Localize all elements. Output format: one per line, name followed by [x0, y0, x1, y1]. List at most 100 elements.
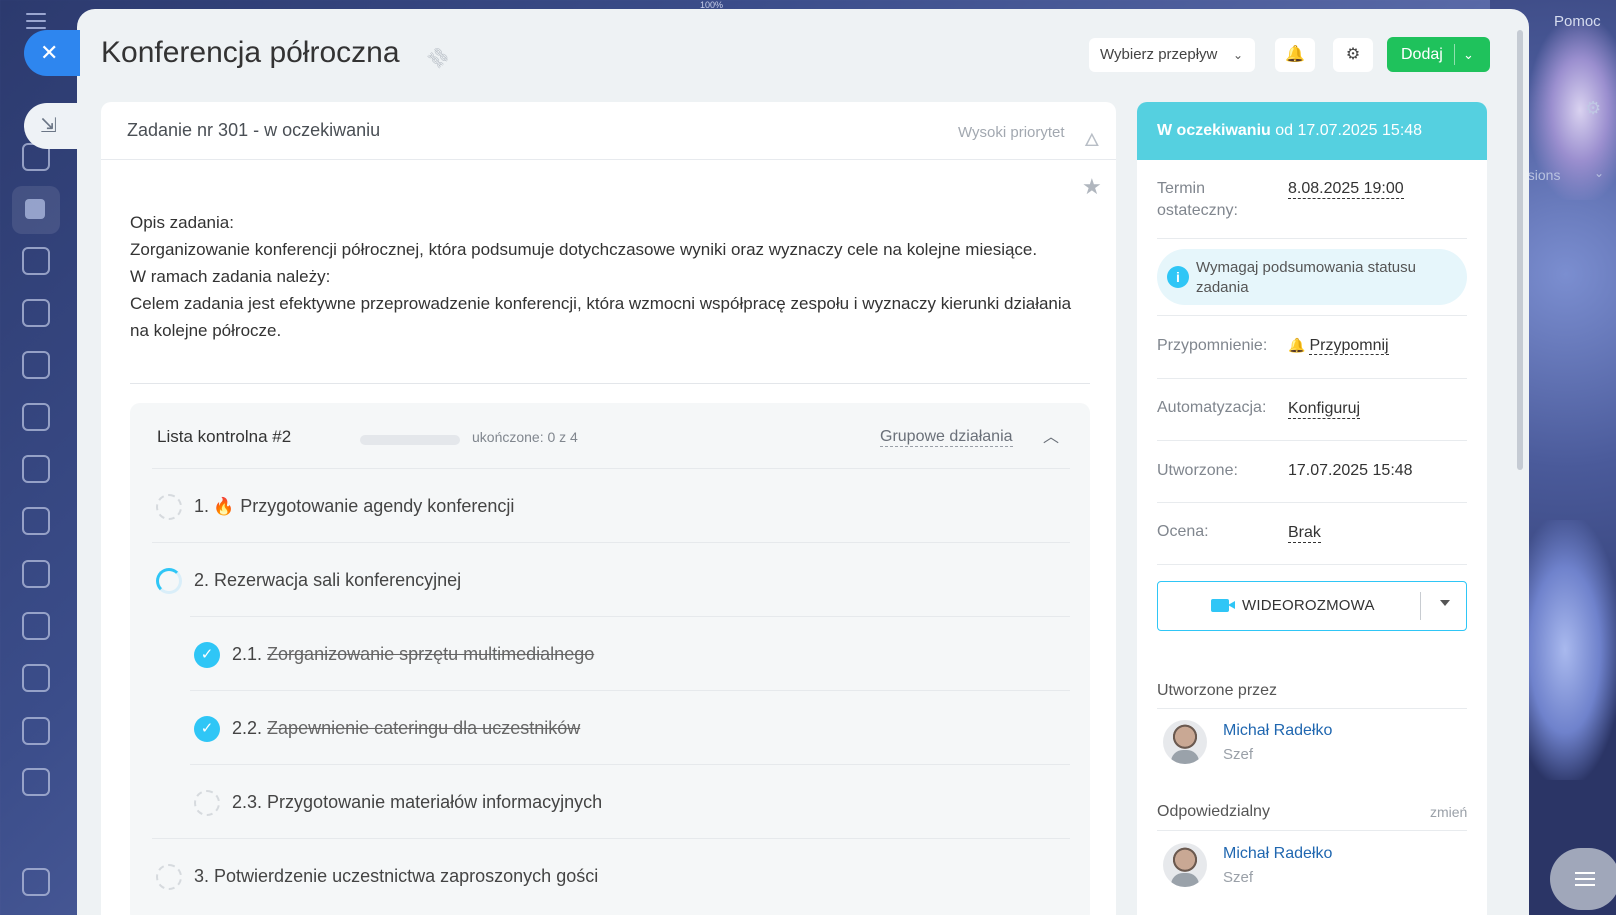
item-number: 2.2.	[232, 718, 263, 738]
flow-select[interactable]: Wybierz przepływ ⌄	[1089, 38, 1255, 72]
reminder-row: Przypomnienie: 🔔 Przypomnij	[1157, 317, 1467, 379]
menu-icon[interactable]	[26, 13, 46, 31]
checklist-item[interactable]: 3. Potwierdzenie uczestnictwa zaproszony…	[152, 838, 1070, 914]
divider	[130, 383, 1090, 384]
chevron-down-icon[interactable]: ⌄	[1594, 166, 1604, 180]
scrollbar[interactable]	[1517, 30, 1523, 470]
item-number: 2.	[194, 570, 210, 590]
flow-select-label: Wybierz przepływ	[1100, 46, 1218, 63]
responsible-name[interactable]: Michał Radełko	[1223, 845, 1332, 863]
progress-circle[interactable]	[156, 568, 182, 594]
cards-icon[interactable]	[22, 612, 50, 640]
reminder-link[interactable]: 🔔 Przypomnij	[1288, 337, 1389, 355]
info-icon: i	[1167, 266, 1189, 288]
crm-icon[interactable]	[22, 560, 50, 588]
checkbox-circle[interactable]	[156, 494, 182, 520]
info-text: Wymagaj podsumowania statusu zadania	[1196, 259, 1416, 296]
creator-role: Szef	[1223, 746, 1254, 763]
star-icon[interactable]: ★	[1082, 174, 1102, 200]
task-number-status: Zadanie nr 301 - w oczekiwaniu	[127, 120, 381, 140]
checklist-item[interactable]: 1. 🔥 Przygotowanie agendy konferencji	[152, 468, 1070, 544]
status-summary-info[interactable]: i Wymagaj podsumowania statusu zadania	[1157, 249, 1467, 305]
responsible-role: Szef	[1223, 869, 1254, 886]
description-line: Opis zadania:	[130, 213, 234, 232]
minimize-icon[interactable]: ⇲	[24, 103, 80, 149]
close-icon[interactable]: ✕	[24, 30, 80, 76]
reminder-value: Przypomnij	[1309, 337, 1389, 355]
documents-icon[interactable]	[22, 351, 50, 379]
caret-down-icon[interactable]	[1440, 600, 1450, 606]
avatar[interactable]	[1163, 843, 1207, 887]
status-bar: W oczekiwaniu od 17.07.2025 15:48	[1137, 102, 1487, 160]
rating-value[interactable]: Brak	[1288, 524, 1321, 543]
check-icon[interactable]: ✓	[194, 716, 220, 742]
rating-label: Ocena:	[1157, 523, 1209, 540]
divider	[1420, 592, 1421, 620]
deadline-row: Termin ostateczny: 8.08.2025 19:00	[1157, 160, 1467, 239]
video-call-button[interactable]: WIDEOROZMOWA	[1157, 581, 1467, 631]
help-link[interactable]: Pomoc	[1554, 13, 1601, 30]
calendar-icon[interactable]	[22, 299, 50, 327]
funnel-icon[interactable]	[22, 717, 50, 745]
contacts-icon[interactable]	[22, 507, 50, 535]
description-line: W ramach zadania należy:	[130, 267, 331, 286]
chat-icon-line	[1575, 872, 1595, 874]
chevron-down-icon[interactable]: ⌄	[1463, 37, 1474, 72]
flame-icon[interactable]: 🜂	[1084, 120, 1100, 157]
checklist-subitem[interactable]: ✓ 2.2. Zapewnienie cateringu dla uczestn…	[190, 690, 1070, 766]
description-line: Zorganizowanie konferencji półrocznej, k…	[130, 240, 1038, 259]
automation-label: Automatyzacja:	[1157, 399, 1267, 416]
settings-icon[interactable]	[22, 868, 50, 896]
checkbox-circle[interactable]	[194, 790, 220, 816]
checklist-item[interactable]: 2. Rezerwacja sali konferencyjnej	[152, 542, 1070, 618]
deadline-value[interactable]: 8.08.2025 19:00	[1288, 180, 1404, 199]
task-card-header: Zadanie nr 301 - w oczekiwaniu Wysoki pr…	[101, 102, 1116, 160]
add-button[interactable]: Dodaj ⌄	[1387, 37, 1490, 72]
deadline-label: Termin ostateczny:	[1157, 178, 1238, 222]
video-call-label: WIDEOROZMOWA	[1242, 597, 1375, 614]
group-actions-link[interactable]: Grupowe działania	[880, 427, 1013, 447]
created-by-title: Utworzone przez	[1157, 682, 1278, 699]
checklist-title[interactable]: Lista kontrolna #2	[157, 427, 291, 447]
status-label: W oczekiwaniu	[1157, 122, 1271, 139]
created-label: Utworzone:	[1157, 462, 1238, 479]
divider	[1157, 708, 1467, 709]
item-label: Potwierdzenie uczestnictwa zaproszonych …	[214, 866, 599, 886]
priority-label[interactable]: Wysoki priorytet	[958, 124, 1065, 141]
page-title: Konferencja półroczna	[101, 36, 400, 69]
fire-icon: 🔥	[213, 497, 235, 516]
bell-icon[interactable]: 🔔	[1275, 38, 1315, 72]
tasks-icon[interactable]	[12, 186, 60, 234]
drive-icon[interactable]	[22, 403, 50, 431]
automation-link[interactable]: Konfiguruj	[1288, 400, 1361, 419]
creator-name[interactable]: Michał Radełko	[1223, 722, 1332, 740]
avatar[interactable]	[1163, 720, 1207, 764]
check-icon[interactable]: ✓	[194, 642, 220, 668]
chevron-down-icon: ⌄	[1232, 48, 1243, 62]
item-number: 2.3.	[232, 792, 263, 812]
chevron-up-icon[interactable]: ︿	[1043, 423, 1059, 447]
checklist-progress-text: ukończone: 0 z 4	[472, 429, 578, 445]
item-label: Przygotowanie agendy konferencji	[240, 496, 515, 516]
automation-row: Automatyzacja: Konfiguruj	[1157, 379, 1467, 441]
checklist-subitem[interactable]: ✓ 2.1. Zorganizowanie sprzętu multimedia…	[190, 616, 1070, 692]
chat-icon[interactable]	[22, 247, 50, 275]
item-number: 3.	[194, 866, 210, 886]
item-label: Zapewnienie cateringu dla uczestników	[267, 718, 581, 738]
cart-icon[interactable]	[22, 768, 50, 796]
bell-icon: 🔔	[1288, 337, 1306, 353]
item-label: Zorganizowanie sprzętu multimedialnego	[267, 644, 595, 664]
checklist-item-text: 3. Potwierdzenie uczestnictwa zaproszony…	[194, 866, 598, 887]
gear-icon[interactable]: ⚙	[1585, 98, 1605, 118]
gear-icon[interactable]: ⚙	[1333, 38, 1373, 72]
mail-icon[interactable]	[22, 455, 50, 483]
change-responsible-link[interactable]: zmień	[1430, 804, 1467, 820]
checklist-header: Lista kontrolna #2 ukończone: 0 z 4 Grup…	[130, 403, 1090, 469]
checklist-item-text: 2. Rezerwacja sali konferencyjnej	[194, 570, 461, 591]
add-button-label: Dodaj	[1401, 46, 1443, 63]
chat-button[interactable]	[1550, 848, 1616, 910]
target-icon[interactable]	[22, 664, 50, 692]
checkbox-circle[interactable]	[156, 864, 182, 890]
task-description: Opis zadania: Zorganizowanie konferencji…	[130, 209, 1090, 344]
checklist-subitem[interactable]: 2.3. Przygotowanie materiałów informacyj…	[190, 764, 1070, 840]
